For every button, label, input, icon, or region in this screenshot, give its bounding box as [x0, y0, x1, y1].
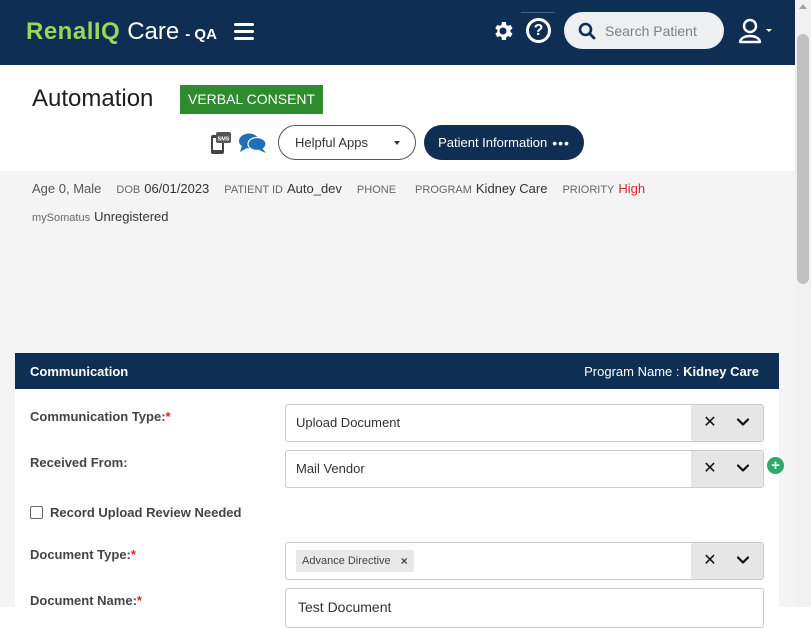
helpful-apps-label: Helpful Apps — [295, 135, 368, 150]
scroll-up-arrow-icon[interactable] — [799, 4, 807, 9]
select-controls: ✕ — [691, 451, 763, 487]
patient-information-label: Patient Information — [438, 135, 548, 150]
chevron-down-icon[interactable] — [735, 460, 751, 476]
help-divider — [521, 12, 555, 13]
communication-type-value: Upload Document — [296, 415, 401, 430]
received-from-value: Mail Vendor — [296, 461, 365, 476]
svg-text:SMS: SMS — [218, 137, 230, 143]
mysomatus-value: Unregistered — [94, 209, 169, 224]
app-logo[interactable]: RenalIQ Care - QA — [26, 18, 217, 48]
document-name-input[interactable]: Test Document — [285, 588, 764, 628]
sms-icon[interactable]: SMS — [210, 131, 232, 155]
patient-id-value: Auto_dev — [286, 181, 342, 196]
search-icon — [578, 22, 596, 39]
program-label: PROGRAM — [415, 184, 472, 196]
helpful-apps-dropdown[interactable]: Helpful Apps — [278, 125, 416, 160]
priority-label: PRIORITY — [562, 184, 615, 196]
record-upload-review-row[interactable]: Record Upload Review Needed — [30, 505, 241, 520]
environment-label: - QA — [185, 26, 217, 43]
patient-demographics: Age 0, Male DOB 06/01/2023 PATIENT ID Au… — [32, 181, 645, 196]
document-type-chip-label: Advance Directive — [302, 555, 391, 567]
chevron-down-icon[interactable] — [735, 414, 751, 430]
document-type-label: Document Type:* — [30, 547, 136, 562]
chat-icon[interactable] — [238, 132, 267, 154]
patient-information-button[interactable]: Patient Information ••• — [424, 125, 584, 160]
record-upload-review-label[interactable]: Record Upload Review Needed — [50, 505, 241, 520]
communication-header: Communication Program Name : Kidney Care — [15, 353, 779, 389]
phone-label: PHONE — [356, 184, 397, 196]
age-sex: Age 0, Male — [32, 181, 102, 196]
clear-icon[interactable]: ✕ — [702, 460, 718, 478]
mysomatus-row: mySomatus Unregistered — [32, 209, 169, 224]
patient-name: Automation — [32, 85, 154, 112]
document-type-chip: Advance Directive × — [296, 550, 414, 572]
top-navbar: RenalIQ Care - QA ? — [0, 0, 795, 65]
program-name-label: Program Name : — [584, 363, 680, 379]
brand-name: RenalIQ — [26, 18, 121, 45]
search-input[interactable] — [605, 22, 723, 39]
communication-card: Communication Program Name : Kidney Care… — [15, 353, 784, 628]
gear-icon[interactable] — [491, 19, 515, 43]
select-controls: ✕ — [691, 543, 763, 579]
mysomatus-label: mySomatus — [32, 212, 91, 224]
patient-id-label: PATIENT ID — [224, 184, 283, 196]
communication-type-select[interactable]: Upload Document ✕ — [285, 404, 764, 442]
select-controls: ✕ — [691, 405, 763, 441]
patient-header: Automation VERBAL CONSENT SMS Helpful Ap… — [0, 65, 795, 171]
document-type-select[interactable]: Advance Directive × ✕ — [285, 542, 764, 580]
received-from-label: Received From: — [30, 455, 128, 470]
program-value: Kidney Care — [475, 181, 548, 196]
priority-value: High — [618, 181, 646, 196]
clear-icon[interactable]: ✕ — [702, 552, 718, 570]
communication-type-label: Communication Type:* — [30, 409, 171, 424]
caret-down-icon — [394, 141, 400, 145]
remove-chip-icon[interactable]: × — [401, 554, 408, 568]
search-box[interactable] — [564, 12, 724, 49]
menu-icon[interactable] — [234, 23, 254, 41]
program-name-value: Kidney Care — [683, 363, 759, 379]
vertical-scrollbar[interactable] — [795, 0, 811, 607]
clear-icon[interactable]: ✕ — [702, 414, 718, 432]
user-icon[interactable] — [738, 18, 772, 44]
brand-care: Care — [127, 18, 180, 45]
dob-label: DOB — [116, 184, 141, 196]
chevron-down-icon[interactable] — [735, 552, 751, 568]
scroll-thumb[interactable] — [797, 34, 809, 284]
add-received-from-icon[interactable]: + — [767, 457, 784, 474]
document-name-label: Document Name:* — [30, 593, 142, 608]
more-dots-icon: ••• — [552, 134, 570, 151]
dob-value: 06/01/2023 — [144, 181, 210, 196]
communication-title: Communication — [30, 363, 129, 379]
consent-badge: VERBAL CONSENT — [180, 85, 324, 114]
received-from-select[interactable]: Mail Vendor ✕ — [285, 450, 764, 488]
program-name: Program Name : Kidney Care — [584, 364, 759, 379]
help-icon[interactable]: ? — [526, 18, 551, 43]
record-upload-review-checkbox[interactable] — [30, 506, 43, 519]
document-name-value: Test Document — [298, 599, 392, 615]
